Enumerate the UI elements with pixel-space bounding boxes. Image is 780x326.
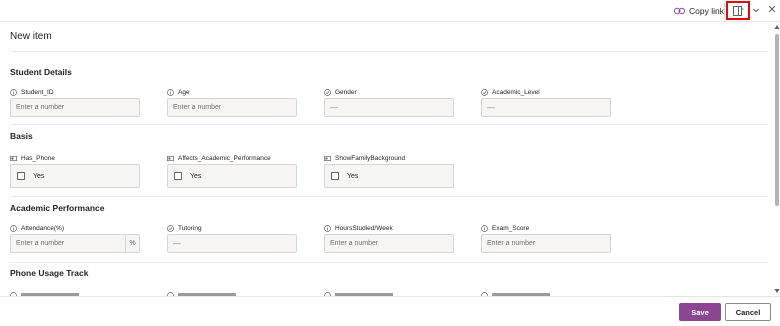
scrollbar-thumb[interactable]: [775, 34, 779, 206]
footer-divider: [0, 296, 780, 297]
yesno-icon: [167, 155, 174, 161]
percent-suffix: %: [125, 235, 139, 252]
age-input[interactable]: Enter a number: [167, 98, 297, 117]
exam-score-input[interactable]: Enter a number: [481, 234, 611, 253]
section-title-academic-performance: Academic Performance: [10, 203, 105, 213]
info-icon: [481, 224, 488, 232]
close-icon[interactable]: ✕: [766, 4, 778, 16]
field-label-affects-academic-performance: Affects_Academic_Performance: [167, 153, 271, 163]
section-title-basis: Basis: [10, 131, 33, 141]
section-divider: [10, 124, 768, 125]
section-divider: [10, 262, 768, 263]
field-label-student-id: Student_ID: [10, 87, 54, 97]
cancel-button[interactable]: Cancel: [725, 303, 771, 321]
copy-link-label: Copy link: [689, 6, 724, 16]
checkbox[interactable]: [331, 172, 339, 180]
field-label-gender: Gender: [324, 87, 357, 97]
link-icon: [674, 7, 685, 15]
has-phone-toggle[interactable]: Yes: [10, 164, 140, 188]
info-icon: [10, 224, 17, 232]
info-icon: [324, 224, 331, 232]
field-label-tutoring: Tutoring: [167, 223, 202, 233]
scroll-up-arrow-icon[interactable]: [774, 24, 780, 30]
choice-icon: [324, 88, 331, 96]
gender-select[interactable]: —: [324, 98, 454, 117]
field-label-has-phone: Has_Phone: [10, 153, 55, 163]
tutoring-select[interactable]: —: [167, 234, 297, 253]
choice-icon: [481, 88, 488, 96]
copy-link-button[interactable]: Copy link: [674, 4, 724, 18]
student-id-input[interactable]: Enter a number: [10, 98, 140, 117]
field-label-exam-score: Exam_Score: [481, 223, 529, 233]
title-divider: [10, 51, 768, 52]
chevron-down-icon[interactable]: [752, 6, 760, 14]
field-label-attendance: Attendance(%): [10, 223, 64, 233]
top-toolbar: Copy link ✕: [0, 0, 780, 22]
hours-studied-input[interactable]: Enter a number: [324, 234, 454, 253]
toolbar-divider: [724, 3, 725, 17]
attendance-input[interactable]: Enter a number %: [10, 234, 140, 253]
field-label-age: Age: [167, 87, 190, 97]
show-family-background-toggle[interactable]: Yes: [324, 164, 454, 188]
vertical-scrollbar[interactable]: [774, 22, 780, 296]
open-in-panel-button[interactable]: [726, 1, 750, 20]
field-label-hours-studied: HoursStudied/Week: [324, 223, 393, 233]
save-button[interactable]: Save: [679, 303, 721, 321]
academic-level-select[interactable]: —: [481, 98, 611, 117]
info-icon: [167, 88, 174, 96]
yesno-icon: [10, 155, 17, 161]
yesno-icon: [324, 155, 331, 161]
choice-icon: [167, 224, 174, 232]
field-label-show-family-background: ShowFamilyBackground: [324, 153, 405, 163]
section-title-student-details: Student Details: [10, 67, 72, 77]
section-title-phone-usage-track: Phone Usage Track: [10, 268, 89, 278]
scroll-down-arrow-icon[interactable]: [774, 288, 780, 294]
section-divider: [10, 196, 768, 197]
panel-icon: [732, 5, 743, 16]
checkbox[interactable]: [17, 172, 25, 180]
form-title: New item: [10, 31, 52, 42]
info-icon: [10, 88, 17, 96]
field-label-academic-level: Academic_Level: [481, 87, 540, 97]
affects-academic-performance-toggle[interactable]: Yes: [167, 164, 297, 188]
checkbox[interactable]: [174, 172, 182, 180]
